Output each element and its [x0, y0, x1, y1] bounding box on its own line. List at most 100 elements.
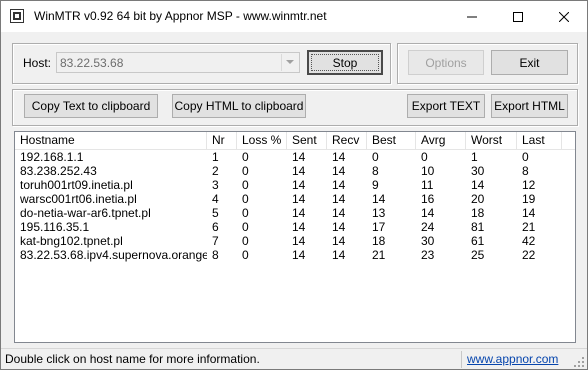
nr-cell: 8: [212, 248, 219, 262]
recv-cell: 14: [332, 164, 346, 178]
table-row[interactable]: 195.116.35.1 6 0 14 14 17 24 81 21: [15, 220, 575, 234]
loss-cell: 0: [242, 178, 249, 192]
resize-grip-icon[interactable]: [574, 357, 585, 368]
maximize-button[interactable]: [495, 1, 541, 32]
hostname-cell[interactable]: warsc001rt06.inetia.pl: [15, 192, 207, 206]
avrg-cell: 11: [421, 178, 434, 192]
nr-cell: 5: [212, 206, 219, 220]
best-cell: 8: [372, 164, 379, 178]
best-cell: 13: [372, 206, 386, 220]
sent-cell: 14: [292, 164, 306, 178]
column-best[interactable]: Best: [367, 132, 416, 149]
nr-cell: 4: [212, 192, 219, 206]
last-cell: 0: [522, 150, 529, 164]
hostname-cell[interactable]: 192.168.1.1: [15, 150, 207, 164]
worst-cell: 30: [471, 164, 485, 178]
avrg-cell: 24: [421, 220, 435, 234]
export-text-button[interactable]: Export TEXT: [407, 94, 485, 118]
last-cell: 21: [522, 220, 536, 234]
recv-cell: 14: [332, 192, 346, 206]
recv-cell: 14: [332, 248, 346, 262]
hostname-cell[interactable]: 195.116.35.1: [15, 220, 207, 234]
loss-cell: 0: [242, 248, 249, 262]
nr-cell: 6: [212, 220, 219, 234]
minimize-icon: [467, 16, 477, 17]
column-loss[interactable]: Loss %: [237, 132, 287, 149]
chevron-down-icon[interactable]: [281, 54, 298, 71]
last-cell: 8: [522, 164, 529, 178]
column-worst[interactable]: Worst: [466, 132, 517, 149]
worst-cell: 20: [471, 192, 485, 206]
table-row[interactable]: 192.168.1.1 1 0 14 14 0 0 1 0: [15, 150, 575, 164]
minimize-button[interactable]: [449, 1, 495, 32]
column-last[interactable]: Last: [517, 132, 562, 149]
recv-cell: 14: [332, 150, 346, 164]
table-row[interactable]: do-netia-war-ar6.tpnet.pl 5 0 14 14 13 1…: [15, 206, 575, 220]
results-table[interactable]: Hostname Nr Loss % Sent Recv Best Avrg W…: [14, 131, 576, 343]
table-row[interactable]: toruh001rt09.inetia.pl 3 0 14 14 9 11 14…: [15, 178, 575, 192]
loss-cell: 0: [242, 164, 249, 178]
best-cell: 17: [372, 220, 386, 234]
host-combobox[interactable]: 83.22.53.68: [56, 52, 300, 73]
last-cell: 14: [522, 206, 536, 220]
sent-cell: 14: [292, 150, 306, 164]
copy-text-button[interactable]: Copy Text to clipboard: [24, 94, 158, 118]
host-input[interactable]: 83.22.53.68: [60, 56, 123, 70]
window-title: WinMTR v0.92 64 bit by Appnor MSP - www.…: [34, 9, 327, 23]
column-nr[interactable]: Nr: [207, 132, 237, 149]
worst-cell: 81: [471, 220, 485, 234]
worst-cell: 61: [471, 234, 485, 248]
avrg-cell: 23: [421, 248, 435, 262]
loss-cell: 0: [242, 220, 249, 234]
title-bar[interactable]: WinMTR v0.92 64 bit by Appnor MSP - www.…: [1, 1, 587, 32]
hostname-cell[interactable]: 83.238.252.43: [15, 164, 207, 178]
close-button[interactable]: [541, 1, 587, 32]
sent-cell: 14: [292, 192, 306, 206]
best-cell: 9: [372, 178, 379, 192]
recv-cell: 14: [332, 220, 346, 234]
worst-cell: 14: [471, 178, 485, 192]
copy-html-button[interactable]: Copy HTML to clipboard: [172, 94, 306, 118]
avrg-cell: 0: [421, 150, 428, 164]
exit-button[interactable]: Exit: [491, 50, 568, 75]
loss-cell: 0: [242, 150, 249, 164]
hostname-cell[interactable]: 83.22.53.68.ipv4.supernova.orange.pl: [15, 248, 207, 262]
table-row[interactable]: kat-bng102.tpnet.pl 7 0 14 14 18 30 61 4…: [15, 234, 575, 248]
sent-cell: 14: [292, 248, 306, 262]
recv-cell: 14: [332, 234, 346, 248]
export-html-button[interactable]: Export HTML: [491, 94, 568, 118]
hostname-cell[interactable]: do-netia-war-ar6.tpnet.pl: [15, 206, 207, 220]
column-avrg[interactable]: Avrg: [416, 132, 466, 149]
avrg-cell: 14: [421, 206, 435, 220]
avrg-cell: 16: [421, 192, 435, 206]
avrg-cell: 10: [421, 164, 435, 178]
avrg-cell: 30: [421, 234, 435, 248]
column-sent[interactable]: Sent: [287, 132, 327, 149]
column-hostname[interactable]: Hostname: [15, 132, 207, 149]
sent-cell: 14: [292, 234, 306, 248]
worst-cell: 18: [471, 206, 485, 220]
nr-cell: 7: [212, 234, 219, 248]
sent-cell: 14: [292, 178, 306, 192]
stop-button[interactable]: Stop: [307, 50, 383, 75]
worst-cell: 25: [471, 248, 485, 262]
recv-cell: 14: [332, 206, 346, 220]
hostname-cell[interactable]: toruh001rt09.inetia.pl: [15, 178, 207, 192]
nr-cell: 1: [212, 150, 219, 164]
table-header: Hostname Nr Loss % Sent Recv Best Avrg W…: [15, 132, 575, 150]
loss-cell: 0: [242, 192, 249, 206]
hostname-cell[interactable]: kat-bng102.tpnet.pl: [15, 234, 207, 248]
status-text: Double click on host name for more infor…: [5, 352, 260, 366]
table-row[interactable]: warsc001rt06.inetia.pl 4 0 14 14 14 16 2…: [15, 192, 575, 206]
last-cell: 19: [522, 192, 536, 206]
best-cell: 18: [372, 234, 386, 248]
table-row[interactable]: 83.22.53.68.ipv4.supernova.orange.pl 8 0…: [15, 248, 575, 262]
column-recv[interactable]: Recv: [327, 132, 367, 149]
worst-cell: 1: [471, 150, 478, 164]
appnor-link[interactable]: www.appnor.com: [467, 352, 558, 366]
loss-cell: 0: [242, 234, 249, 248]
nr-cell: 2: [212, 164, 219, 178]
table-row[interactable]: 83.238.252.43 2 0 14 14 8 10 30 8: [15, 164, 575, 178]
app-icon: [10, 9, 24, 23]
options-button[interactable]: Options: [408, 50, 484, 75]
